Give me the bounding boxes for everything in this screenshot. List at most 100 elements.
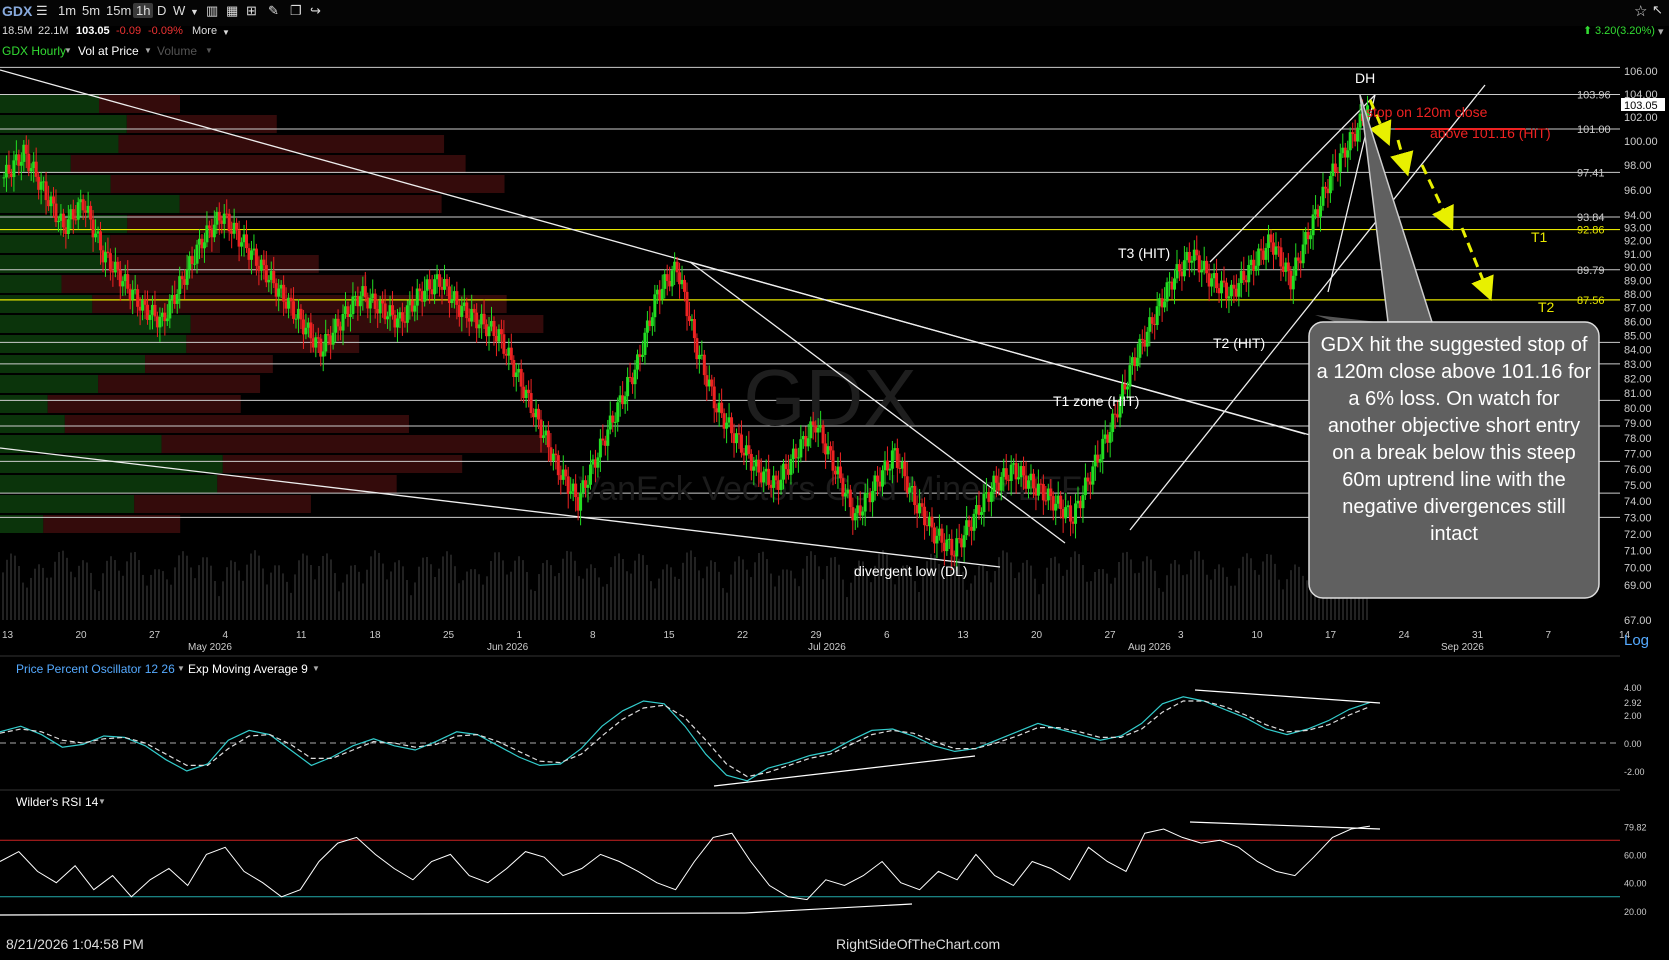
volume-bar (286, 581, 288, 620)
candle-body (1140, 338, 1144, 340)
candle-body (1348, 132, 1352, 151)
volume-bar (106, 560, 108, 620)
volume-bar (1210, 579, 1212, 620)
volume-bar (38, 564, 40, 620)
vap-up-bar (0, 415, 65, 433)
volume-bar (1226, 576, 1228, 620)
candle-body (351, 296, 355, 315)
legend-ppo[interactable]: Price Percent Oscillator 12 26 (16, 662, 175, 676)
volume-bar (394, 562, 396, 620)
volume-bar (910, 572, 912, 620)
projection-arrow (1390, 139, 1414, 177)
candle-body (254, 248, 258, 266)
volume-bar (538, 574, 540, 620)
candle-body (606, 429, 610, 446)
volume-bar (790, 570, 792, 620)
candle-body (1138, 338, 1142, 358)
volume-bar (654, 588, 656, 620)
volume-bar (670, 567, 672, 620)
chevron-down-icon[interactable]: ▼ (98, 797, 106, 806)
vap-down-bar (70, 155, 466, 173)
month-label: Sep 2026 (1441, 642, 1484, 653)
volume-bar (1154, 570, 1156, 620)
legend-rsi[interactable]: Wilder's RSI 14 (16, 795, 98, 809)
candle-body (811, 421, 815, 426)
volume-bar (678, 578, 680, 620)
time-tick-label: 13 (2, 630, 14, 641)
candle-body (566, 476, 570, 494)
volume-bar (362, 583, 364, 620)
candle-body (341, 313, 345, 331)
vap-down-bar (98, 375, 261, 393)
candle-body (292, 301, 296, 319)
candle-body (143, 299, 147, 305)
volume-bar (90, 572, 92, 620)
level-price-label: 93.84 (1577, 212, 1605, 224)
volume-bar (842, 579, 844, 620)
volume-bar (10, 553, 12, 620)
volume-bar (1290, 570, 1292, 620)
time-tick-label: 27 (1105, 630, 1117, 641)
rsi-tick-label: 60.00 (1624, 850, 1647, 860)
volume-bar (470, 569, 472, 620)
candle-body (692, 319, 696, 339)
legend-ema[interactable]: Exp Moving Average 9 (188, 662, 308, 676)
volume-bar (510, 571, 512, 620)
candle-body (1279, 247, 1283, 267)
level-price-label: 97.41 (1577, 167, 1605, 179)
candle-body (670, 270, 674, 287)
volume-bar (330, 559, 332, 620)
volume-bar (378, 552, 380, 620)
time-tick-label: 7 (1546, 630, 1552, 641)
volume-bar (190, 567, 192, 620)
candle-body (1111, 413, 1115, 433)
vap-down-bar (64, 415, 409, 433)
candle-body (1274, 246, 1278, 255)
candle-body (418, 288, 422, 292)
volume-bar (406, 579, 408, 620)
candle-body (324, 333, 328, 352)
divergent-low-label: divergent low (DL) (854, 563, 968, 579)
volume-bar (18, 566, 20, 620)
time-axis: 13 20 27 4 11 18 25 1 8 15 22 29 6 13 20 27 3 10 17 24 31 7 14… (2, 630, 1631, 653)
volume-bar (994, 571, 996, 620)
volume-bar (658, 578, 660, 620)
candle-body (1101, 438, 1105, 460)
chevron-down-icon[interactable]: ▼ (312, 664, 320, 673)
candle-body (245, 234, 249, 249)
volume-bar (466, 571, 468, 620)
volume-bar (1062, 575, 1064, 620)
volume-bar (162, 571, 164, 620)
candle-body (1328, 176, 1332, 194)
candle-body (633, 369, 637, 385)
candle-body (779, 479, 783, 490)
candle-body (39, 181, 43, 190)
candle-body (175, 294, 179, 304)
candle-body (962, 535, 966, 548)
volume-bar (210, 565, 212, 620)
candle-body (1321, 186, 1325, 206)
volume-bar (742, 559, 744, 620)
volume-bar (250, 553, 252, 620)
volume-bar (366, 569, 368, 620)
candle-body (1291, 275, 1295, 290)
candle-body (675, 261, 679, 273)
volume-bar (274, 565, 276, 620)
volume-bar (382, 563, 384, 620)
volume-bar (846, 597, 848, 620)
chevron-down-icon[interactable]: ▼ (177, 664, 185, 673)
volume-bar (246, 564, 248, 620)
candle-body (930, 516, 934, 528)
vap-up-bar (0, 95, 99, 113)
volume-bar (730, 574, 732, 620)
level-price-label: 92.86 (1577, 225, 1605, 237)
candle-body (967, 520, 971, 527)
vap-down-bar (222, 455, 463, 473)
candle-body (7, 164, 11, 174)
volume-bar (158, 569, 160, 620)
volume-bar (418, 566, 420, 620)
candle-body (747, 445, 751, 454)
volume-bar (526, 572, 528, 620)
volume-bar (1178, 564, 1180, 620)
log-scale-toggle[interactable]: Log (1624, 632, 1649, 649)
